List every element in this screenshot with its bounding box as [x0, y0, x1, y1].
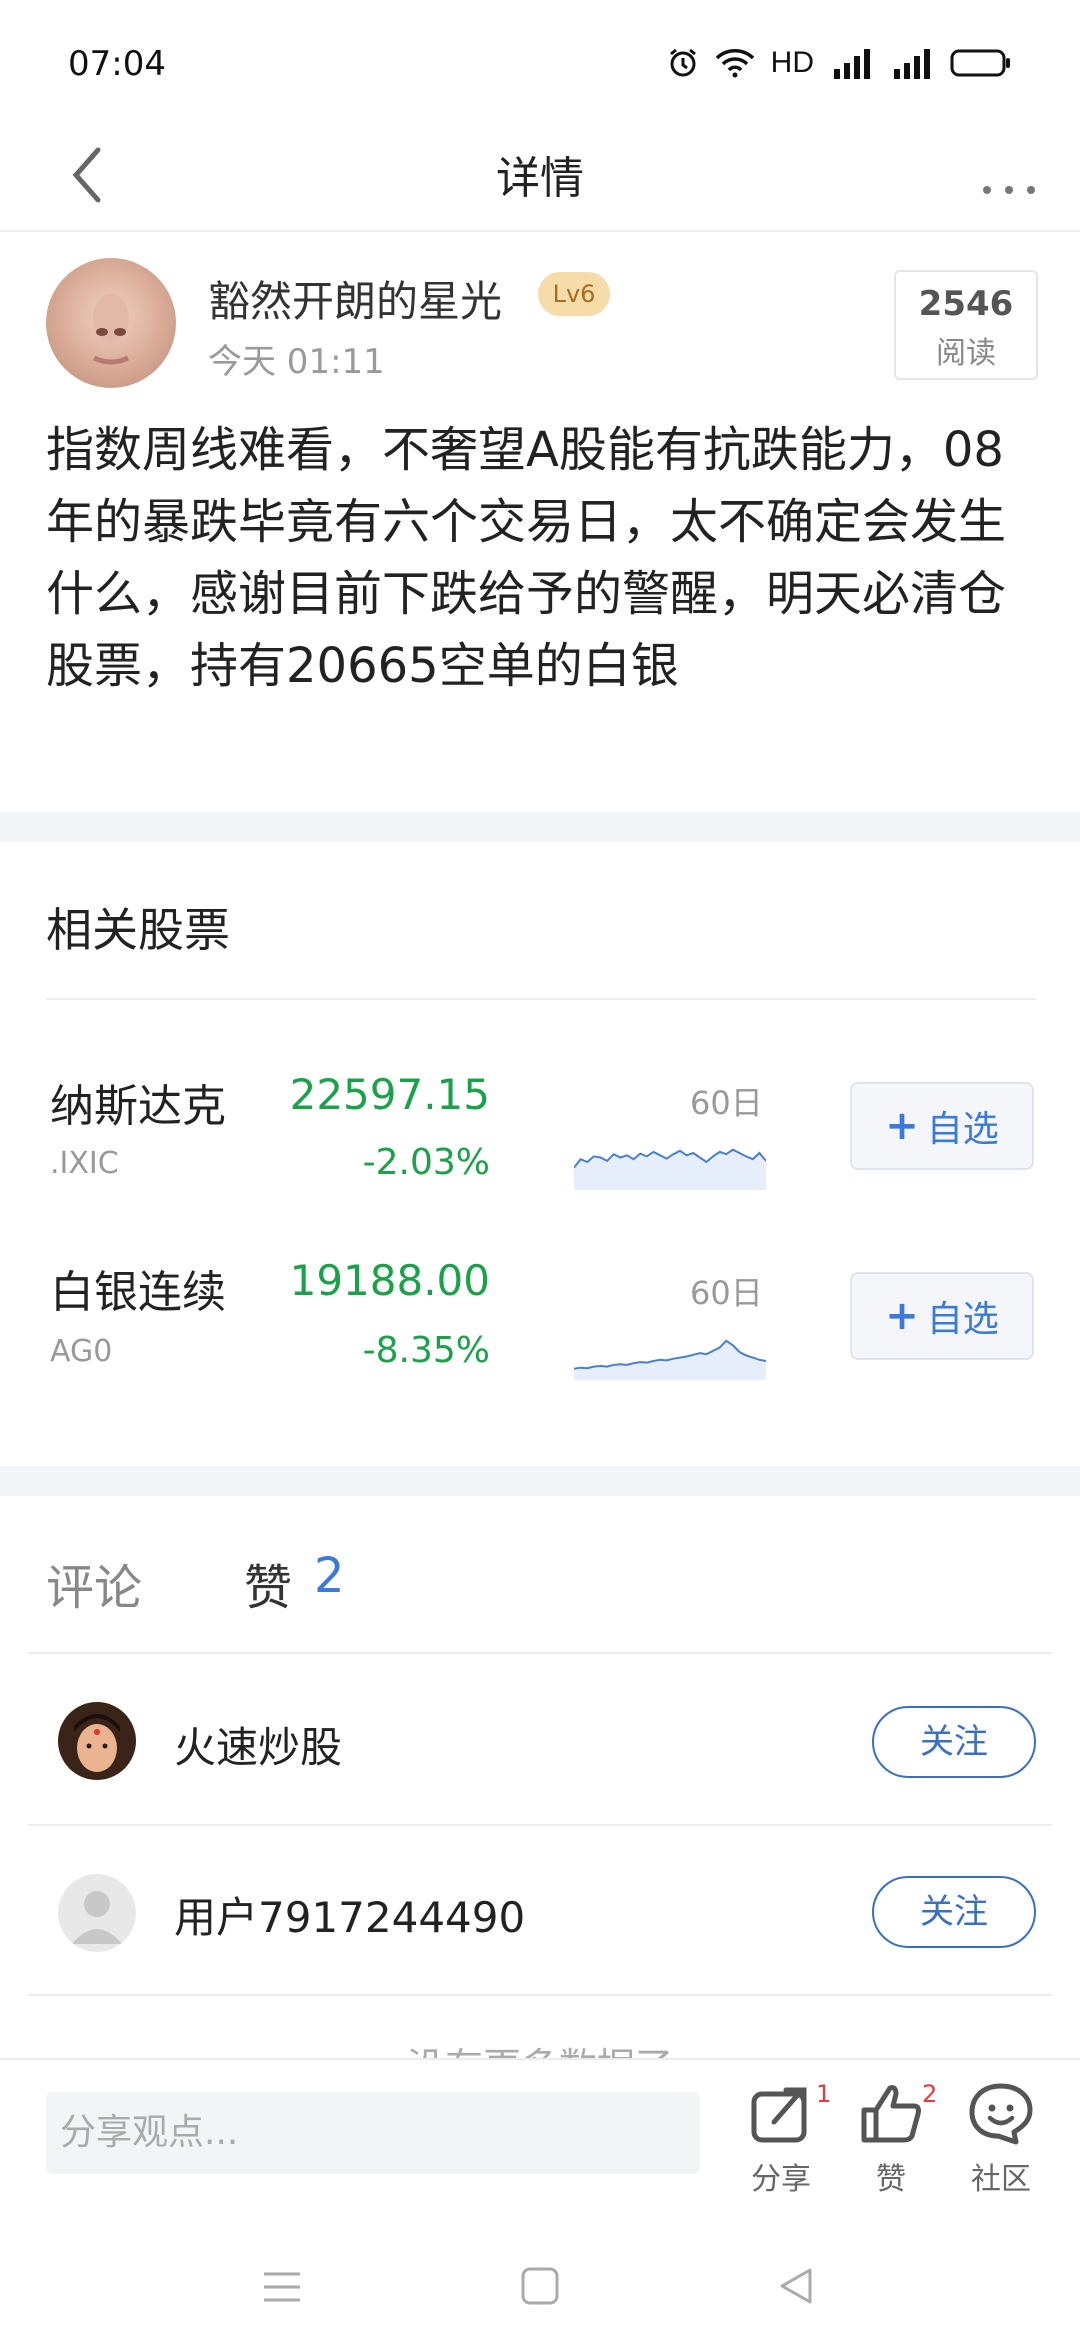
- battery-icon: [950, 49, 1010, 77]
- share-button[interactable]: 1 分享: [736, 2080, 831, 2198]
- stock-change: -8.35%: [362, 1330, 490, 1371]
- like-button[interactable]: 2 赞: [846, 2080, 938, 2198]
- share-icon: [751, 2087, 807, 2143]
- alarm-icon: [669, 48, 696, 77]
- like-count: 2: [922, 2080, 938, 2108]
- network-label: HD: [770, 46, 814, 79]
- share-count: 1: [816, 2080, 832, 2108]
- more-icon[interactable]: [974, 146, 1044, 206]
- stock-price: 19188.00: [289, 1256, 490, 1305]
- system-navigation-bar: [0, 2200, 1080, 2340]
- home-icon[interactable]: [520, 2266, 560, 2306]
- bottom-action-bar: 分享观点... 1 分享 2 赞 社区: [0, 2058, 1080, 2200]
- share-label: 分享: [751, 2162, 811, 2197]
- tab-likes[interactable]: 赞: [244, 1548, 292, 1618]
- status-bar: 07:04 HD: [0, 0, 1080, 120]
- sparkline-chart: [574, 1148, 766, 1190]
- post-time: 今天 01:11: [208, 342, 385, 382]
- stock-name: 白银连续: [50, 1267, 226, 1318]
- wifi-icon: [715, 49, 754, 78]
- community-label: 社区: [971, 2162, 1031, 2197]
- follow-button[interactable]: 关注: [872, 1706, 1036, 1778]
- sparkline-chart: [574, 1339, 766, 1380]
- plus-icon: +: [885, 1293, 919, 1339]
- stock-name: 纳斯达克: [50, 1081, 226, 1132]
- stock-price: 22597.15: [289, 1070, 490, 1119]
- liker-avatar[interactable]: [58, 1702, 136, 1780]
- divider: [46, 998, 1036, 1000]
- add-watchlist-button[interactable]: + 自选: [850, 1082, 1034, 1170]
- thumbs-up-icon: [861, 2085, 921, 2143]
- related-stocks-title: 相关股票: [46, 903, 230, 957]
- default-user-icon: [72, 1891, 122, 1944]
- liker-name[interactable]: 火速炒股: [174, 1714, 342, 1775]
- chart-period: 60日: [690, 1274, 763, 1312]
- liker-name[interactable]: 用户7917244490: [174, 1884, 525, 1945]
- page-title: 详情: [496, 153, 584, 204]
- section-divider: [0, 812, 1080, 842]
- stock-code: AG0: [50, 1334, 113, 1369]
- level-badge: Lv6: [538, 272, 610, 316]
- like-label: 赞: [876, 2162, 906, 2197]
- tab-likes-count[interactable]: 2: [314, 1548, 345, 1604]
- signal-icon-2: [894, 49, 930, 79]
- liker-avatar[interactable]: [58, 1874, 136, 1952]
- stock-row[interactable]: 纳斯达克 .IXIC 22597.15 -2.03% 60日 + 自选: [0, 1050, 1080, 1220]
- stock-change: -2.03%: [362, 1142, 490, 1183]
- stock-row[interactable]: 白银连续 AG0 19188.00 -8.35% 60日 + 自选: [0, 1240, 1080, 1410]
- community-button[interactable]: 社区: [956, 2082, 1046, 2198]
- status-time: 07:04: [68, 44, 166, 84]
- divider: [28, 1994, 1052, 1996]
- read-label: 阅读: [936, 336, 996, 371]
- follow-button[interactable]: 关注: [872, 1876, 1036, 1948]
- comment-input[interactable]: 分享观点...: [46, 2092, 700, 2174]
- community-chat-icon: [969, 2083, 1033, 2145]
- avatar-person-icon: [74, 1714, 120, 1772]
- nav-bar: 详情: [0, 120, 1080, 232]
- tab-comments[interactable]: 评论: [46, 1548, 142, 1618]
- back-nav-icon[interactable]: [776, 2266, 816, 2306]
- status-icons: HD: [667, 46, 1012, 80]
- avatar-face-icon: [92, 294, 130, 365]
- add-watchlist-button[interactable]: + 自选: [850, 1272, 1034, 1360]
- plus-icon: +: [885, 1103, 919, 1149]
- divider: [28, 1652, 1052, 1654]
- post-content: 指数周线难看，不奢望A股能有抗跌能力，08年的暴跌毕竟有六个交易日，太不确定会发…: [46, 422, 1007, 694]
- menu-icon[interactable]: [262, 2270, 302, 2304]
- add-watchlist-label: 自选: [926, 1299, 999, 1340]
- read-count: 2546: [918, 284, 1014, 324]
- read-count-box: 2546 阅读: [894, 270, 1038, 380]
- chart-period: 60日: [690, 1084, 763, 1122]
- author-name[interactable]: 豁然开朗的星光: [208, 268, 502, 329]
- add-watchlist-label: 自选: [926, 1109, 999, 1150]
- stock-code: .IXIC: [50, 1146, 119, 1181]
- author-avatar[interactable]: [46, 258, 176, 388]
- divider: [28, 1824, 1052, 1826]
- section-divider: [0, 1466, 1080, 1496]
- signal-icon: [834, 49, 870, 79]
